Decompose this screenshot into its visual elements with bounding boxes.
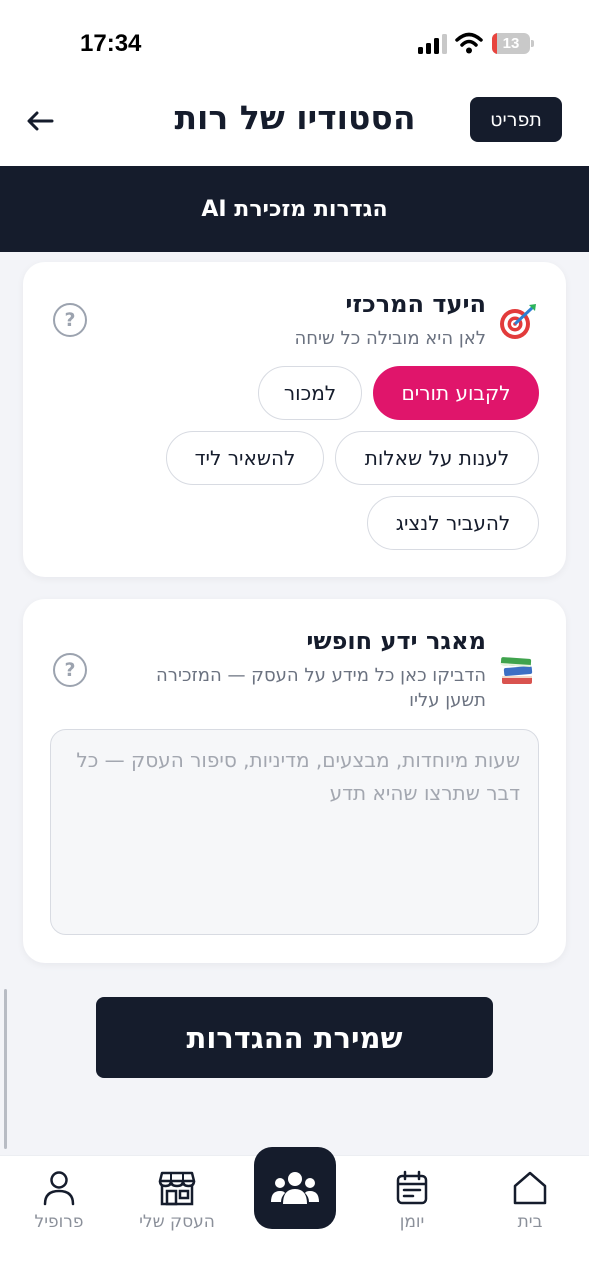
home-icon bbox=[513, 1171, 547, 1205]
app-screen: 17:34 13 הסטודיו של רות תפריט הגדרות מזכ… bbox=[0, 0, 589, 1280]
goal-option-answer-questions[interactable]: לענות על שאלות bbox=[335, 431, 539, 485]
store-icon bbox=[158, 1171, 196, 1206]
nav-label-profile: פרופיל bbox=[34, 1212, 84, 1232]
scroll-indicator bbox=[4, 989, 7, 1149]
nav-item-my-business[interactable]: העסק שלי bbox=[127, 1170, 227, 1250]
status-bar: 17:34 13 bbox=[0, 0, 589, 82]
nav-item-contacts[interactable] bbox=[254, 1147, 336, 1229]
goal-card-subtitle: לאן היא מובילה כל שיחה bbox=[294, 328, 486, 349]
page-title: הסטודיו של רות bbox=[174, 98, 416, 137]
dart-target-icon bbox=[500, 304, 536, 339]
knowledge-card: מאגר ידע חופשי הדביקו כאן כל מידע על העס… bbox=[23, 599, 566, 963]
goal-option-leave-lead[interactable]: להשאיר ליד bbox=[166, 431, 324, 485]
status-time: 17:34 bbox=[80, 30, 142, 57]
nav-item-calendar[interactable]: יומן bbox=[362, 1170, 462, 1250]
knowledge-box bbox=[50, 729, 539, 935]
nav-item-profile[interactable]: פרופיל bbox=[9, 1170, 109, 1250]
nav-label-my-business: העסק שלי bbox=[139, 1212, 215, 1232]
person-icon bbox=[43, 1171, 75, 1206]
knowledge-card-title: מאגר ידע חופשי bbox=[306, 627, 486, 655]
goal-help-icon[interactable]: ? bbox=[53, 303, 87, 337]
battery-icon: 13 bbox=[492, 33, 534, 54]
arrow-left-icon bbox=[27, 111, 54, 131]
cellular-signal-icon bbox=[418, 34, 447, 54]
battery-level: 13 bbox=[502, 35, 520, 52]
books-icon bbox=[500, 657, 533, 684]
section-banner: הגדרות מזכירת AI bbox=[0, 166, 589, 252]
goal-option-transfer-agent[interactable]: להעביר לנציג bbox=[367, 496, 539, 550]
knowledge-card-subtitle: הדביקו כאן כל מידע על העסק — המזכירה תשע… bbox=[156, 665, 486, 711]
goal-option-book-appointments[interactable]: לקבוע תורים bbox=[373, 366, 539, 420]
save-settings-button[interactable]: שמירת ההגדרות bbox=[96, 997, 493, 1078]
nav-item-home[interactable]: בית bbox=[480, 1170, 580, 1250]
menu-button[interactable]: תפריט bbox=[470, 97, 562, 142]
goal-option-sell[interactable]: למכור bbox=[258, 366, 362, 420]
knowledge-help-icon[interactable]: ? bbox=[53, 653, 87, 687]
goal-card: היעד המרכזי לאן היא מובילה כל שיחה ? לקב… bbox=[23, 262, 566, 577]
goal-card-title: היעד המרכזי bbox=[345, 290, 486, 318]
app-header: הסטודיו של רות תפריט bbox=[0, 82, 589, 166]
nav-label-calendar: יומן bbox=[399, 1212, 425, 1232]
knowledge-textarea[interactable] bbox=[51, 730, 538, 934]
calendar-icon bbox=[396, 1170, 428, 1205]
back-button[interactable] bbox=[20, 104, 60, 138]
wifi-icon bbox=[455, 32, 483, 54]
group-icon bbox=[271, 1172, 319, 1204]
nav-label-home: בית bbox=[517, 1212, 543, 1232]
